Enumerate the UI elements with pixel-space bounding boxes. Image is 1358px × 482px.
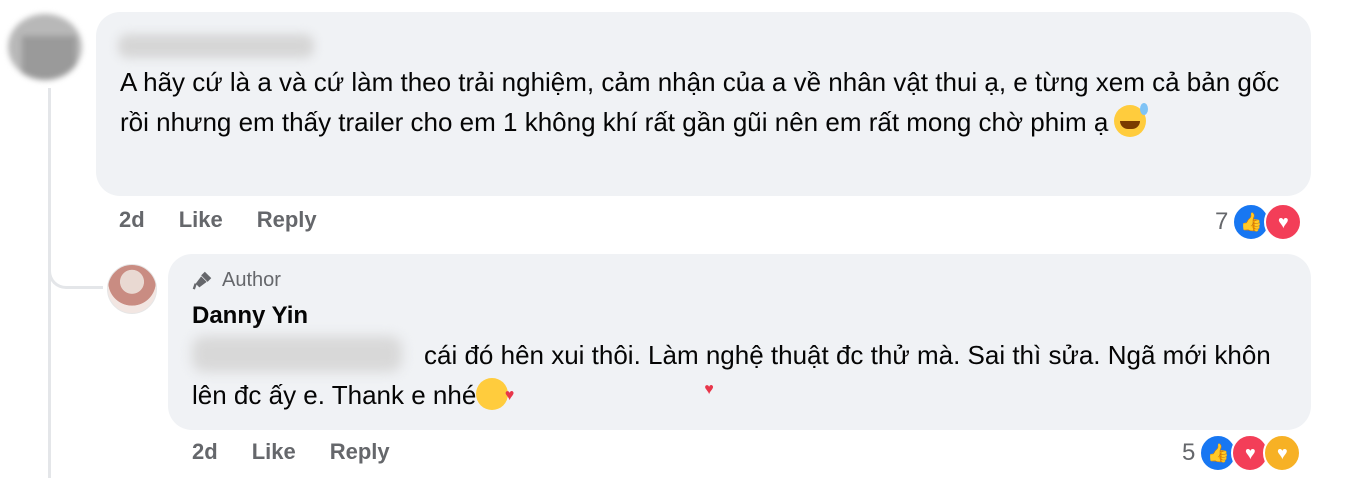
- commenter-avatar-blurred[interactable]: [8, 14, 82, 80]
- comment-text: A hãy cứ là a và cứ làm theo trải nghiệm…: [120, 62, 1290, 142]
- reply-reply-button[interactable]: Reply: [330, 439, 390, 465]
- author-badge-label: Author: [222, 268, 281, 291]
- smiling-face-with-hearts-icon: [273, 370, 714, 416]
- microphone-icon: [192, 271, 212, 290]
- comment-text-content: A hãy cứ là a và cứ làm theo trải nghiệm…: [120, 67, 1280, 137]
- reply-actions: 2d Like Reply: [192, 439, 390, 465]
- comment-reply-button[interactable]: Reply: [257, 207, 317, 233]
- thread-connector: [48, 240, 103, 289]
- comment-reaction-count: 7: [1215, 208, 1229, 235]
- reply-author-name[interactable]: Danny Yin: [192, 302, 308, 330]
- comment-reactions[interactable]: 7 👍 ♥: [1215, 203, 1303, 241]
- reply-timestamp[interactable]: 2d: [192, 439, 218, 465]
- comment-actions: 2d Like Reply: [119, 207, 317, 233]
- love-reaction-icon: ♥: [1264, 203, 1303, 241]
- reply-reaction-count: 5: [1182, 439, 1196, 466]
- thread-line: [48, 88, 51, 478]
- commenter-name-blurred[interactable]: [118, 34, 314, 58]
- comment-like-button[interactable]: Like: [179, 207, 223, 233]
- care-reaction-icon: ♥: [1263, 434, 1302, 472]
- comment-timestamp[interactable]: 2d: [119, 207, 145, 233]
- reply-like-button[interactable]: Like: [252, 439, 296, 465]
- reply-text: cái đó hên xui thôi. Làm nghệ thuật đc t…: [192, 335, 1282, 416]
- sweat-smile-emoji-icon: [1114, 103, 1149, 137]
- reply-author-avatar[interactable]: [107, 264, 157, 314]
- author-badge: Author: [192, 266, 281, 294]
- reply-reactions[interactable]: 5 👍 ♥ ♥: [1182, 434, 1302, 472]
